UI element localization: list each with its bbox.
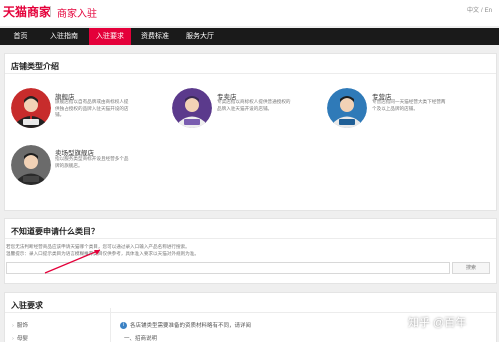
specialty-avatar-icon[interactable] [327,88,367,128]
exclusive-avatar-icon[interactable] [172,88,212,128]
logo-divider [50,6,51,17]
tmall-logo[interactable]: 天猫商家 [3,3,51,20]
category-hint-line1: 若您无法判断经营商品应该申请天猫哪个类目，您可以通过录入口输入产品名称进行搜索。 [6,244,190,249]
info-icon: i [120,322,127,330]
merchant-entry-title: 商家入驻 [57,9,97,20]
lang-chinese-link[interactable]: 中文 [467,8,479,14]
store-desc-mall-flagship: 指以服务类型商标开设且经营多个品牌的旗舰店。 [55,156,129,168]
flagship-avatar-icon[interactable] [11,88,51,128]
sidebar-item-maternity[interactable]: › 母婴 [12,334,28,342]
lang-separator: / [480,8,483,14]
category-hint-line2: 温馨提示：录入口提示类目为语言模糊推荐类目仅供参考，具体准入要求以天猫对外规则为… [6,251,199,256]
nav-item-home[interactable]: 首页 [3,28,38,45]
requirements-info: i 各店铺类型需要准备的资质材料略有不同，请详阅 [120,321,252,330]
zhihu-watermark: 知乎 @百年 [408,317,467,329]
requirements-divider [110,308,111,342]
category-search-input[interactable] [6,262,450,274]
sidebar-item-label: 母婴 [16,336,28,342]
nav-item-guide[interactable]: 入驻指南 [43,28,85,45]
nav-item-fees[interactable]: 资费标准 [134,28,176,45]
requirements-title: 入驻要求 [5,293,496,313]
store-types-title: 店铺类型介绍 [5,54,496,74]
category-search-title: 不知道要申请什么类目？ [5,219,496,239]
chevron-right-icon: › [12,323,14,329]
top-header: 天猫商家 商家入驻 中文 / En [0,0,499,26]
language-switcher: 中文 / En [466,5,493,14]
store-desc-exclusive: 专卖店指以商标权人提供普通授权的品牌入驻天猫开设的店铺。 [217,99,291,111]
store-types-panel: 店铺类型介绍 [4,53,497,211]
mall-flagship-avatar-icon[interactable] [11,145,51,185]
main-nav: 首页 入驻指南 入驻要求 资费标准 服务大厅 [0,28,499,45]
store-desc-specialty: 专营店指同一天猫经营大类下经营两个及以上品牌的店铺。 [372,99,446,111]
nav-item-requirements[interactable]: 入驻要求 [89,28,131,45]
sidebar-item-label: 服饰 [16,323,28,329]
sidebar-item-apparel[interactable]: › 服饰 [12,321,28,329]
nav-item-service-hall[interactable]: 服务大厅 [179,28,221,45]
chevron-right-icon: › [12,336,14,342]
category-search-button[interactable]: 搜索 [452,262,490,274]
lang-english-link[interactable]: En [485,8,492,14]
requirements-info-text: 各店铺类型需要准备的资质材料略有不同，请详阅 [130,323,252,329]
store-desc-flagship: 旗舰店指以自有品牌或由商标权人提供独占授权的品牌入驻天猫开设的店铺。 [55,99,129,117]
requirements-step: 一、招商说明 [124,336,158,342]
